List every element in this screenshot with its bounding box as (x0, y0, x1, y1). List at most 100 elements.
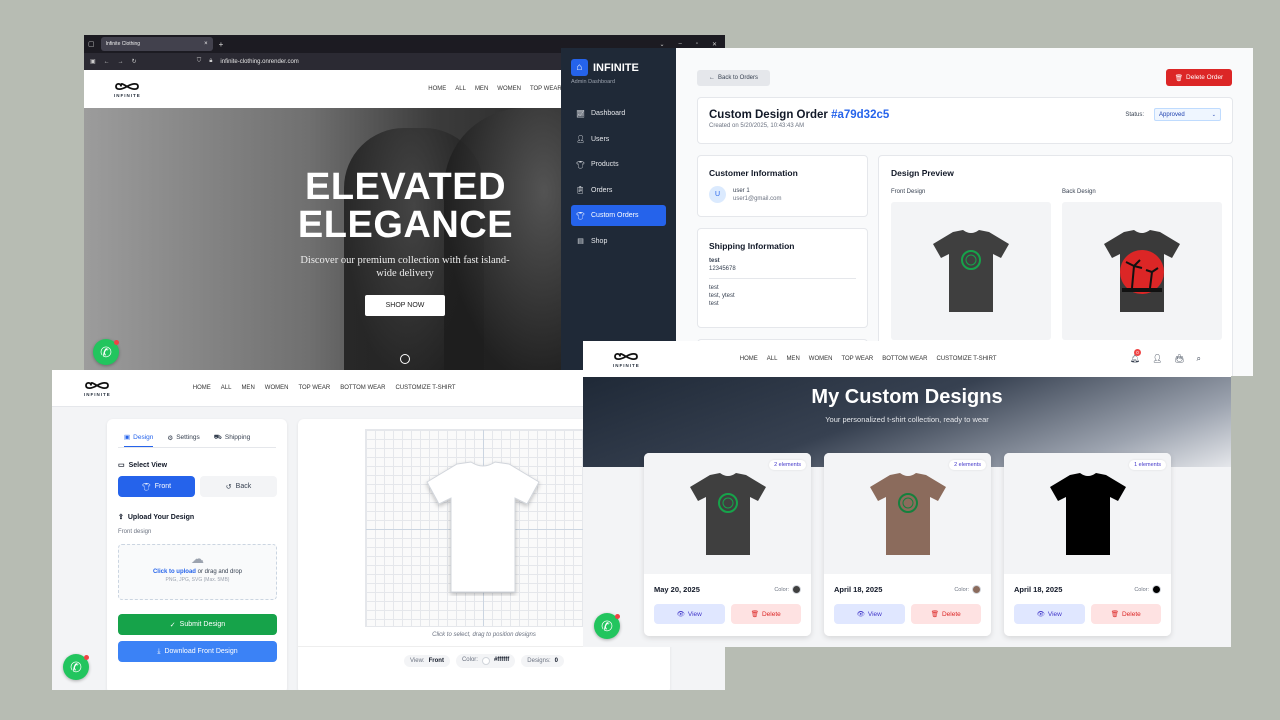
pill-value: Front (428, 657, 444, 664)
address-bar[interactable]: infinite-clothing.onrender.com (220, 59, 298, 65)
sidebar-item-shop[interactable]: ▤ Shop (571, 231, 666, 252)
nav-all[interactable]: ALL (221, 385, 232, 391)
design-image[interactable]: 2 elements (824, 453, 991, 574)
maximize-icon[interactable]: ▫ (696, 41, 698, 48)
sidebar-item-custom-orders[interactable]: 👕︎ Custom Orders (571, 205, 666, 226)
infinity-logo-icon (115, 82, 140, 90)
nav-home[interactable]: HOME (193, 385, 211, 391)
shop-now-button[interactable]: SHOP NOW (365, 295, 445, 316)
front-view-button[interactable]: 👕︎ Front (118, 476, 195, 497)
back-icon[interactable]: ← (104, 59, 110, 65)
close-tab-icon[interactable]: × (204, 41, 208, 47)
notification-badge: 0 (1134, 349, 1142, 356)
search-icon[interactable]: ⌕ (1197, 354, 1201, 364)
color-label: Color: (1134, 586, 1149, 593)
back-to-orders-button[interactable]: ← Back to Orders (697, 70, 770, 86)
view-button[interactable]: 👁︎ View (1014, 604, 1085, 624)
admin-brand-sub: Admin Dashboard (571, 79, 616, 85)
delete-order-button[interactable]: 🗑︎ Delete Order (1166, 69, 1232, 86)
sidebar-item-dashboard[interactable]: 📈︎ Dashboard (571, 103, 666, 124)
design-date: May 20, 2025 (654, 585, 700, 594)
whatsapp-icon[interactable]: ✆ (93, 339, 119, 365)
delete-button[interactable]: 🗑︎ Delete (910, 604, 981, 624)
brand-logo[interactable]: INFINITE (84, 380, 111, 397)
eye-icon: 👁︎ (856, 611, 865, 618)
nav-men[interactable]: MEN (786, 356, 799, 362)
view-pill: View: Front (404, 654, 450, 667)
reload-icon[interactable]: ↻ (132, 58, 137, 65)
view-button[interactable]: 👁︎ View (654, 604, 725, 624)
whatsapp-icon[interactable]: ✆ (63, 654, 89, 680)
carousel-indicator[interactable] (400, 354, 410, 364)
sidebar-item-products[interactable]: 👕︎ Products (571, 154, 666, 175)
click-to-upload-link[interactable]: Click to upload (153, 569, 196, 575)
status-select[interactable]: Approved ⌄ (1154, 108, 1221, 121)
minimize-icon[interactable]: – (678, 41, 681, 48)
store-icon: ▤ (577, 238, 584, 245)
back-view-button[interactable]: ↺ Back (200, 476, 277, 497)
nav-home[interactable]: HOME (428, 86, 446, 92)
upload-heading-label: Upload Your Design (127, 513, 195, 521)
download-design-button[interactable]: ⤓ Download Front Design (118, 641, 277, 662)
upload-dropzone[interactable]: ☁ Click to upload or drag and drop PNG, … (118, 544, 277, 600)
bell-icon[interactable]: 🔔︎ 0 (1130, 349, 1142, 364)
close-window-icon[interactable]: ✕ (712, 41, 717, 48)
design-canvas[interactable] (365, 429, 599, 627)
tab-design[interactable]: ▣ Design (124, 433, 154, 447)
whatsapp-icon[interactable]: ✆ (594, 613, 620, 639)
new-tab-icon[interactable]: + (219, 40, 224, 49)
nav-women[interactable]: WOMEN (809, 356, 833, 362)
notification-dot (114, 340, 119, 345)
sidebar-icon[interactable]: ▣ (90, 58, 96, 65)
nav-home[interactable]: HOME (740, 356, 758, 362)
nav-men[interactable]: MEN (475, 86, 488, 92)
tab-settings[interactable]: ⚙ Settings (167, 433, 199, 447)
design-image[interactable]: 2 elements (644, 453, 811, 574)
color-swatch (481, 656, 490, 665)
browser-tab[interactable]: Infinite Clothing × (100, 37, 213, 51)
nav-customize[interactable]: CUSTOMIZE T-SHIRT (936, 356, 996, 362)
color-label: Color: (774, 586, 789, 593)
nav-top-wear[interactable]: TOP WEAR (298, 385, 330, 391)
bag-icon[interactable]: 👜︎ (1174, 354, 1184, 364)
chevron-down-icon[interactable]: ⌄ (659, 41, 664, 48)
user-icon[interactable]: 👤︎ (1152, 354, 1162, 364)
shipping-phone: 12345678 (709, 266, 736, 272)
nav-all[interactable]: ALL (455, 86, 466, 92)
nav-all[interactable]: ALL (767, 356, 778, 362)
back-design-preview[interactable] (1062, 202, 1222, 340)
nav-bottom-wear[interactable]: BOTTOM WEAR (340, 385, 385, 391)
tab-list-icon[interactable]: ▢ (88, 40, 95, 48)
brand-logo[interactable]: INFINITE (114, 81, 141, 98)
brand-logo[interactable]: INFINITE (613, 351, 640, 368)
nav-bottom-wear[interactable]: BOTTOM WEAR (882, 356, 927, 362)
front-design-preview[interactable] (891, 202, 1051, 340)
shield-icon[interactable]: ⛉ (197, 58, 202, 65)
design-actions: 👁︎ View 🗑︎ Delete (1004, 604, 1171, 624)
delete-button[interactable]: 🗑︎ Delete (730, 604, 801, 624)
view-button[interactable]: 👁︎ View (834, 604, 905, 624)
nav-women[interactable]: WOMEN (497, 86, 521, 92)
notification-dot (615, 614, 620, 619)
trash-icon: 🗑︎ (1110, 611, 1119, 618)
tab-shipping[interactable]: ⛟ Shipping (214, 433, 251, 447)
tshirt-canvas-image (426, 461, 540, 593)
nav-customize[interactable]: CUSTOMIZE T-SHIRT (395, 385, 455, 391)
nav-women[interactable]: WOMEN (265, 385, 289, 391)
nav-top-wear[interactable]: TOP WEAR (530, 86, 562, 92)
preview-heading: Design Preview (891, 168, 954, 178)
forward-icon[interactable]: → (118, 59, 124, 65)
delete-button[interactable]: 🗑︎ Delete (1090, 604, 1161, 624)
select-view-label: Select View (128, 461, 168, 469)
tshirt-front-image (933, 230, 1009, 312)
design-image[interactable]: 1 elements (1004, 453, 1171, 574)
nav-top-wear[interactable]: TOP WEAR (841, 356, 873, 362)
tshirt-image (1049, 472, 1126, 555)
sidebar-item-orders[interactable]: 📋︎ Orders (571, 180, 666, 201)
nav-men[interactable]: MEN (241, 385, 254, 391)
color-swatch (792, 585, 801, 594)
sidebar-item-label: Shop (591, 237, 608, 245)
submit-design-button[interactable]: ✓ Submit Design (118, 614, 277, 635)
sidebar-item-users[interactable]: 👤︎ Users (571, 129, 666, 150)
delete-label: Delete (941, 610, 961, 618)
